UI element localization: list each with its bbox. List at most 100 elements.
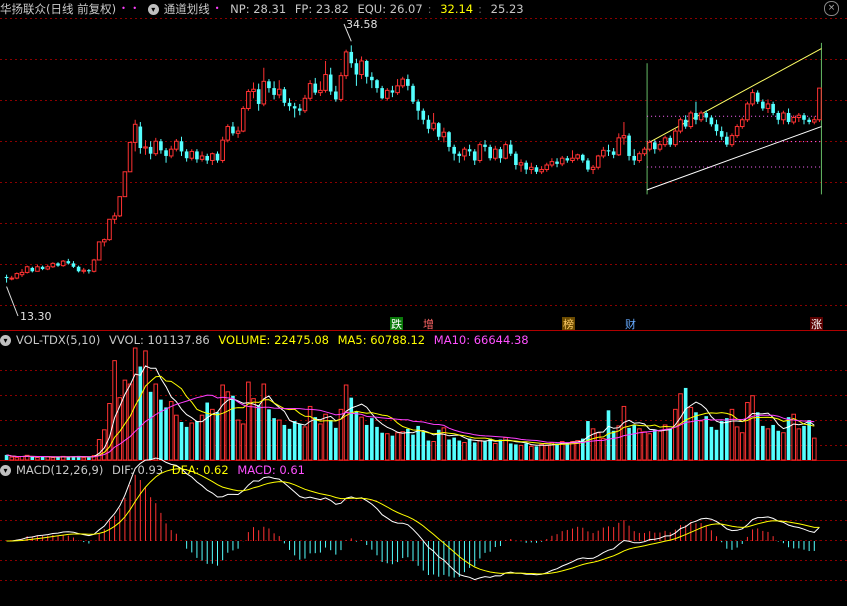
- volume-bar: [390, 435, 395, 460]
- candle-body: [267, 81, 271, 89]
- volume-bar: [231, 395, 235, 460]
- candle-body: [817, 87, 822, 121]
- volume-bar: [755, 412, 760, 460]
- volume-bar: [267, 409, 271, 460]
- volume-bar: [174, 414, 179, 461]
- candle-body: [272, 88, 276, 95]
- candle-body: [534, 167, 539, 172]
- candle-body: [518, 162, 524, 166]
- volume-bar: [298, 423, 302, 460]
- candle-body: [811, 119, 817, 123]
- volume-bar: [694, 412, 698, 460]
- candle-body: [524, 162, 528, 170]
- volume-bar: [544, 444, 550, 461]
- candle-body: [431, 122, 436, 130]
- candle-body: [739, 119, 745, 128]
- candle-body: [514, 153, 518, 165]
- candle-body: [199, 155, 205, 160]
- stock-chart[interactable]: 34.58 13.30 跌 增 榜 财 涨: [0, 0, 847, 606]
- candle-body: [287, 102, 292, 107]
- candle-body: [472, 151, 477, 161]
- candle-body: [714, 124, 719, 132]
- candle-body: [807, 119, 811, 123]
- candle-body: [153, 140, 159, 155]
- candle-body: [96, 241, 102, 261]
- volume-bar: [148, 391, 153, 460]
- volume-bar: [518, 444, 524, 461]
- volume-bar: [215, 412, 220, 460]
- candle-body: [483, 144, 487, 147]
- volume-bar: [524, 443, 528, 460]
- candle-body: [164, 150, 168, 156]
- candle-body: [719, 131, 724, 137]
- volume-bar: [50, 457, 56, 461]
- candle-body: [9, 277, 15, 280]
- macd-lines: [6, 457, 820, 581]
- volume-bar: [426, 440, 431, 460]
- candle-body: [452, 146, 456, 154]
- volume-bar: [276, 419, 282, 461]
- candle-body: [282, 89, 287, 103]
- volume-bar: [673, 408, 678, 461]
- volume-bar: [272, 418, 276, 460]
- candle-body: [595, 155, 601, 168]
- volume-bar: [447, 439, 451, 460]
- volume-bar: [627, 427, 631, 460]
- candle-body: [488, 146, 492, 159]
- volume-bar: [189, 422, 195, 461]
- volume-bar: [811, 437, 817, 461]
- volume-bar: [195, 421, 199, 460]
- candle-body: [256, 89, 261, 104]
- candle-body: [750, 92, 755, 105]
- volume-bar: [287, 428, 292, 460]
- volume-bar: [184, 426, 189, 460]
- candle-body: [642, 148, 647, 155]
- candle-body: [544, 164, 550, 171]
- volume-bar: [745, 402, 750, 461]
- candle-body: [662, 137, 668, 146]
- channel-upper-line: [646, 48, 822, 144]
- volume-bar: [328, 420, 333, 460]
- candle-body: [231, 126, 235, 134]
- candle-body: [668, 137, 673, 145]
- candle-body: [771, 103, 775, 113]
- volume-bar: [796, 428, 802, 461]
- volume-bar: [771, 424, 775, 460]
- volume-bar: [411, 434, 415, 460]
- volume-bar: [318, 423, 323, 461]
- candle-body: [143, 146, 148, 149]
- macd-histogram: [16, 474, 820, 578]
- volume-bar: [235, 419, 241, 461]
- candle-body: [195, 151, 199, 160]
- candle-body: [575, 154, 580, 159]
- volume-bar: [164, 407, 168, 460]
- volume-bar: [472, 442, 477, 460]
- candle-body: [508, 144, 513, 154]
- candle-body: [698, 112, 704, 121]
- volume-bar: [210, 408, 215, 461]
- volume-bar: [452, 437, 456, 460]
- candle-body: [132, 123, 138, 143]
- volume-bar: [750, 395, 755, 461]
- candle-body: [421, 110, 426, 120]
- event-markers[interactable]: 跌增榜财涨: [390, 317, 823, 331]
- candle-body: [559, 157, 565, 165]
- volume-bar: [678, 393, 683, 461]
- volume-bar: [9, 456, 15, 461]
- volume-bar: [704, 416, 709, 460]
- volume-bar: [539, 443, 544, 461]
- candle-body: [35, 266, 40, 272]
- volume-bar: [81, 457, 87, 461]
- volume-bar: [220, 384, 225, 461]
- candle-body: [477, 144, 483, 161]
- candle-body: [343, 51, 349, 77]
- candle-body: [112, 215, 117, 220]
- volume-bar: [96, 439, 102, 461]
- candle-body: [611, 151, 616, 155]
- candle-body: [467, 149, 472, 152]
- candle-body: [60, 260, 66, 267]
- event-marker-label: 跌: [391, 317, 402, 331]
- candle-body: [30, 267, 35, 272]
- candle-body: [765, 103, 771, 109]
- candle-body: [302, 97, 308, 112]
